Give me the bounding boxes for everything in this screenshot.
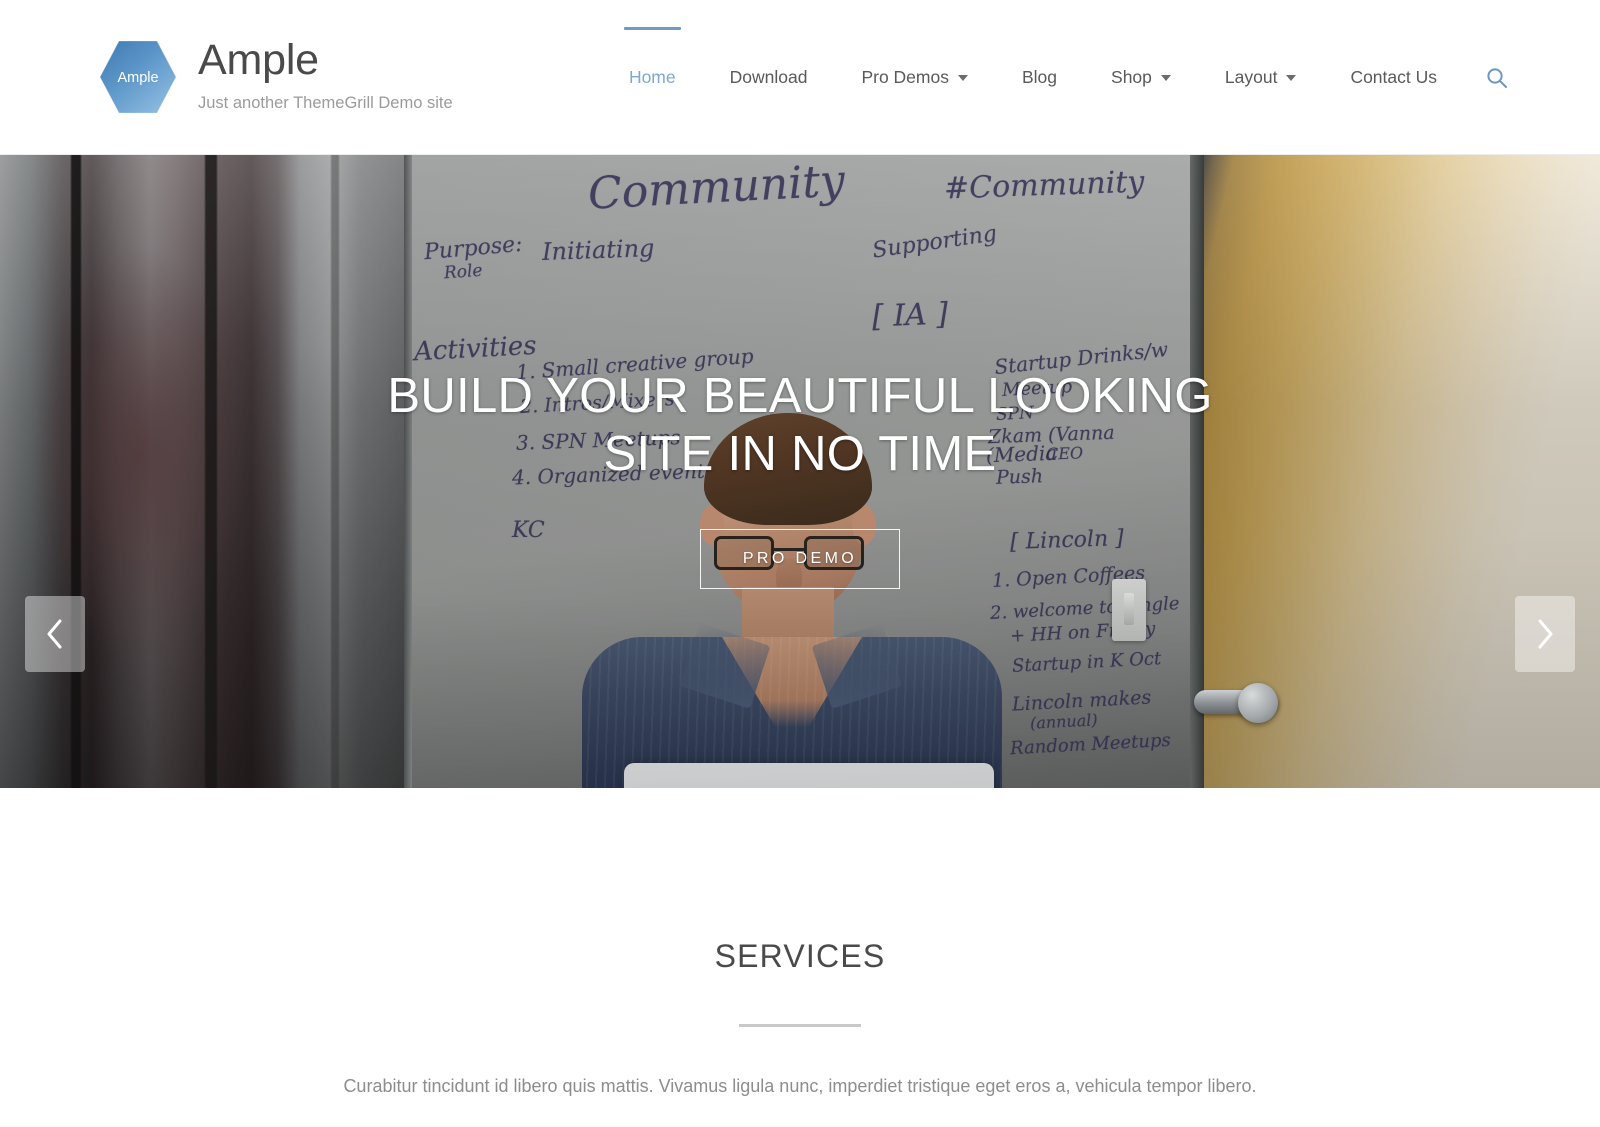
nav-item-pro-demos[interactable]: Pro Demos — [834, 0, 995, 155]
nav-list: Home Download Pro Demos Blog Shop Layout… — [602, 0, 1464, 155]
chevron-down-icon — [1160, 74, 1171, 81]
hexagon-logo-icon[interactable]: Ample — [100, 37, 176, 117]
nav-item-shop[interactable]: Shop — [1084, 0, 1198, 155]
page-root: Ample Ample Just another ThemeGrill Demo… — [0, 0, 1600, 1127]
site-description: Just another ThemeGrill Demo site — [198, 94, 453, 112]
hero-caption: BUILD YOUR BEAUTIFUL LOOKING SITE IN NO … — [0, 367, 1600, 589]
slider-next-button[interactable] — [1515, 596, 1575, 672]
nav-link-shop[interactable]: Shop — [1111, 67, 1171, 88]
nav-label-pro-demos: Pro Demos — [861, 67, 949, 87]
nav-link-pro-demos[interactable]: Pro Demos — [861, 67, 968, 88]
site-header: Ample Ample Just another ThemeGrill Demo… — [0, 0, 1600, 155]
site-branding[interactable]: Ample Ample Just another ThemeGrill Demo… — [100, 33, 453, 117]
nav-item-home[interactable]: Home — [602, 0, 703, 155]
nav-item-layout[interactable]: Layout — [1198, 0, 1324, 155]
chevron-left-icon — [47, 619, 62, 649]
hero-title: BUILD YOUR BEAUTIFUL LOOKING SITE IN NO … — [387, 369, 1213, 481]
main-navigation: Home Download Pro Demos Blog Shop Layout… — [602, 0, 1508, 155]
services-section: SERVICES Curabitur tincidunt id libero q… — [0, 788, 1600, 1101]
logo-text: Ample — [117, 70, 158, 86]
slider-prev-button[interactable] — [25, 596, 85, 672]
search-icon[interactable] — [1464, 0, 1508, 155]
nav-label-shop: Shop — [1111, 67, 1152, 87]
pro-demo-button[interactable]: PRO DEMO — [699, 529, 901, 589]
nav-link-home[interactable]: Home — [629, 67, 676, 88]
services-title: SERVICES — [714, 938, 886, 974]
chevron-down-icon — [957, 74, 968, 81]
services-description: Curabitur tincidunt id libero quis matti… — [343, 1076, 1257, 1096]
nav-label-layout: Layout — [1224, 67, 1278, 87]
site-title[interactable]: Ample — [198, 35, 453, 85]
nav-item-download[interactable]: Download — [703, 0, 835, 155]
nav-item-blog[interactable]: Blog — [995, 0, 1084, 155]
nav-link-download[interactable]: Download — [730, 67, 808, 88]
nav-link-blog[interactable]: Blog — [1022, 67, 1057, 88]
hero-slider: Community#CommunityPurpose:RoleInitiatin… — [0, 155, 1600, 788]
nav-link-layout[interactable]: Layout — [1225, 67, 1297, 88]
nav-item-contact-us[interactable]: Contact Us — [1323, 0, 1464, 155]
nav-link-contact-us[interactable]: Contact Us — [1350, 67, 1437, 88]
chevron-down-icon — [1286, 74, 1297, 81]
services-divider — [739, 1024, 861, 1027]
chevron-right-icon — [1538, 619, 1553, 649]
